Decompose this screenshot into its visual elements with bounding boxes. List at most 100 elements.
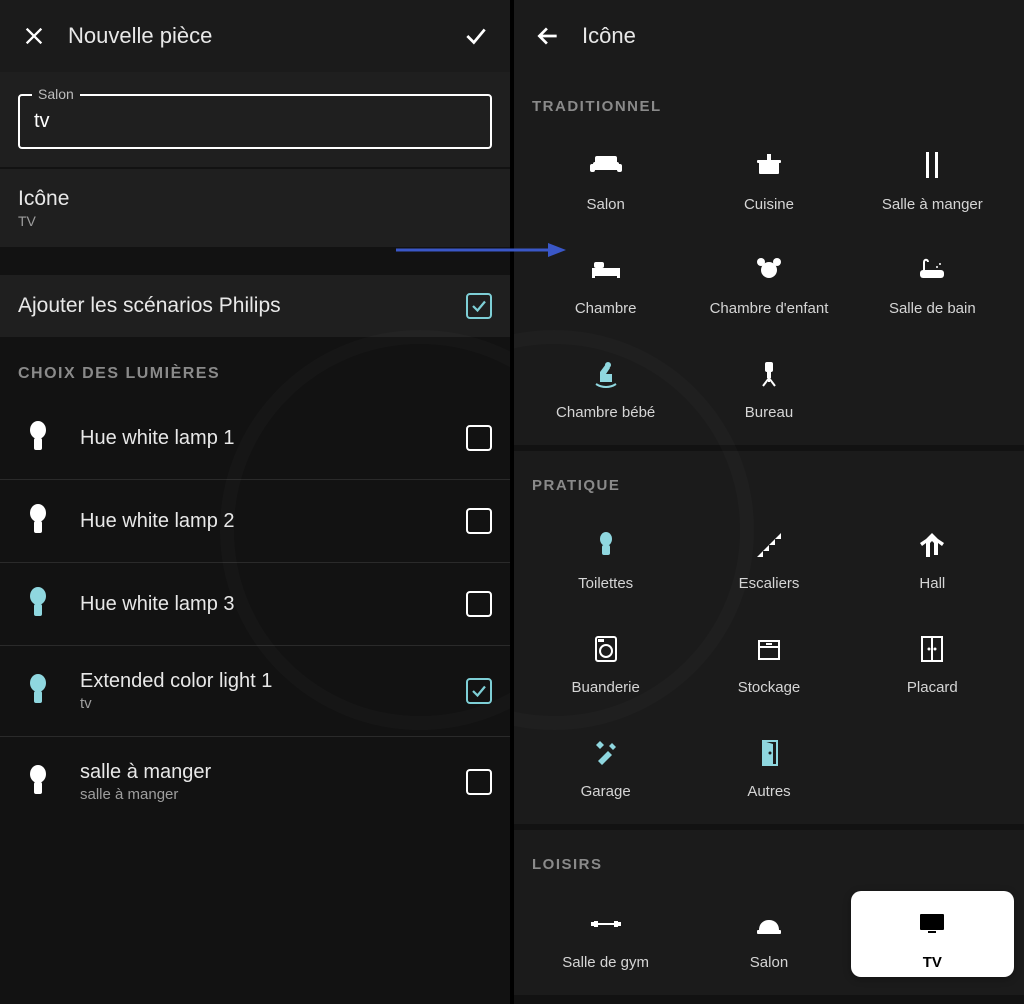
- page-title: Nouvelle pièce: [68, 23, 212, 49]
- icon-option-rocking[interactable]: Chambre bébé: [524, 341, 687, 427]
- bath-icon: [914, 248, 950, 292]
- icon-label: Toilettes: [578, 575, 633, 592]
- light-checkbox[interactable]: [466, 769, 492, 795]
- icon-label: Escaliers: [739, 575, 800, 592]
- room-name-field[interactable]: Salon tv: [18, 94, 492, 149]
- grid-loisirs: Salle de gym Salon TV: [514, 885, 1024, 995]
- icon-option-closet[interactable]: Placard: [851, 616, 1014, 702]
- icon-option-pot[interactable]: Cuisine: [687, 133, 850, 219]
- page-title: Icône: [582, 23, 636, 49]
- icon-label: Buanderie: [571, 679, 639, 696]
- icon-label: Salon: [750, 954, 788, 971]
- lounge-icon: [751, 902, 787, 946]
- icon-option-bath[interactable]: Salle de bain: [851, 237, 1014, 323]
- icon-row-sub: TV: [18, 213, 492, 229]
- icon-label: Cuisine: [744, 196, 794, 213]
- icon-option-tools[interactable]: Garage: [524, 720, 687, 806]
- gym-icon: [588, 902, 624, 946]
- icon-option-tv[interactable]: TV: [851, 891, 1014, 977]
- fork-icon: [914, 144, 950, 188]
- icon-option-washer[interactable]: Buanderie: [524, 616, 687, 702]
- lights-section-header: CHOIX DES LUMIÈRES: [0, 337, 510, 397]
- closet-icon: [914, 627, 950, 671]
- icon-label: Stockage: [738, 679, 801, 696]
- bulb-icon: [18, 421, 58, 455]
- bulb-icon: [18, 504, 58, 538]
- box-icon: [751, 627, 787, 671]
- teddy-icon: [751, 248, 787, 292]
- back-icon[interactable]: [534, 22, 562, 50]
- icon-label: Garage: [581, 783, 631, 800]
- light-row[interactable]: salle à manger salle à manger: [0, 736, 510, 827]
- grid-pratique: Toilettes Escaliers Hall Buanderie Stockage P…: [514, 506, 1024, 824]
- light-row[interactable]: Hue white lamp 3: [0, 562, 510, 645]
- coat-icon: [914, 523, 950, 567]
- field-legend: Salon: [32, 86, 80, 102]
- light-sub: salle à manger: [80, 786, 466, 803]
- icon-label: Placard: [907, 679, 958, 696]
- left-header: Nouvelle pièce: [0, 0, 510, 72]
- right-header: Icône: [514, 0, 1024, 72]
- field-value: tv: [34, 110, 476, 133]
- light-name: salle à manger: [80, 761, 466, 784]
- light-row[interactable]: Hue white lamp 2: [0, 479, 510, 562]
- washer-icon: [588, 627, 624, 671]
- light-checkbox[interactable]: [466, 508, 492, 534]
- icon-option-gym[interactable]: Salle de gym: [524, 891, 687, 977]
- toilet-icon: [588, 523, 624, 567]
- icon-row[interactable]: Icône TV: [0, 169, 510, 247]
- tools-icon: [588, 731, 624, 775]
- icon-option-sofa[interactable]: Salon: [524, 133, 687, 219]
- light-row[interactable]: Hue white lamp 1: [0, 397, 510, 479]
- icon-label: Salle de bain: [889, 300, 976, 317]
- icon-option-coat[interactable]: Hall: [851, 512, 1014, 598]
- icon-option-bed[interactable]: Chambre: [524, 237, 687, 323]
- icon-option-box[interactable]: Stockage: [687, 616, 850, 702]
- light-sub: tv: [80, 695, 466, 712]
- icon-option-lounge[interactable]: Salon: [687, 891, 850, 977]
- light-name: Hue white lamp 1: [80, 427, 466, 450]
- icon-label: Bureau: [745, 404, 793, 421]
- grid-traditionnel: Salon Cuisine Salle à manger Chambre Chambre…: [514, 127, 1024, 445]
- new-room-panel: Nouvelle pièce Salon tv Icône TV Ajouter…: [0, 0, 512, 1004]
- sofa-icon: [588, 144, 624, 188]
- light-name: Extended color light 1: [80, 670, 466, 693]
- icon-label: Autres: [747, 783, 790, 800]
- room-name-field-wrap: Salon tv: [0, 72, 510, 167]
- category-pratique: PRATIQUE: [514, 451, 1024, 506]
- icon-option-stairs[interactable]: Escaliers: [687, 512, 850, 598]
- icon-row-label: Icône: [18, 187, 492, 211]
- icon-option-teddy[interactable]: Chambre d'enfant: [687, 237, 850, 323]
- icon-label: Chambre: [575, 300, 637, 317]
- icon-label: Hall: [919, 575, 945, 592]
- icon-picker-panel: Icône TRADITIONNEL Salon Cuisine Salle à m…: [512, 0, 1024, 1004]
- icon-label: Salle à manger: [882, 196, 983, 213]
- icon-option-chair[interactable]: Bureau: [687, 341, 850, 427]
- light-checkbox[interactable]: [466, 591, 492, 617]
- icon-label: Chambre d'enfant: [710, 300, 829, 317]
- light-name: Hue white lamp 3: [80, 593, 466, 616]
- icon-option-door[interactable]: Autres: [687, 720, 850, 806]
- category-traditionnel: TRADITIONNEL: [514, 72, 1024, 127]
- stairs-icon: [751, 523, 787, 567]
- pot-icon: [751, 144, 787, 188]
- icon-label: Salon: [586, 196, 624, 213]
- light-name: Hue white lamp 2: [80, 510, 466, 533]
- scenario-label: Ajouter les scénarios Philips: [18, 294, 466, 318]
- bed-icon: [588, 248, 624, 292]
- category-loisirs: LOISIRS: [514, 830, 1024, 885]
- scenario-row[interactable]: Ajouter les scénarios Philips: [0, 275, 510, 337]
- lights-list: Hue white lamp 1 Hue white lamp 2 Hue whit…: [0, 397, 510, 827]
- bulb-icon: [18, 587, 58, 621]
- confirm-icon[interactable]: [462, 22, 490, 50]
- light-row[interactable]: Extended color light 1 tv: [0, 645, 510, 736]
- bulb-icon: [18, 765, 58, 799]
- bulb-icon: [18, 674, 58, 708]
- chair-icon: [751, 352, 787, 396]
- icon-option-toilet[interactable]: Toilettes: [524, 512, 687, 598]
- close-icon[interactable]: [20, 22, 48, 50]
- light-checkbox[interactable]: [466, 425, 492, 451]
- icon-option-fork[interactable]: Salle à manger: [851, 133, 1014, 219]
- light-checkbox[interactable]: [466, 678, 492, 704]
- scenario-checkbox[interactable]: [466, 293, 492, 319]
